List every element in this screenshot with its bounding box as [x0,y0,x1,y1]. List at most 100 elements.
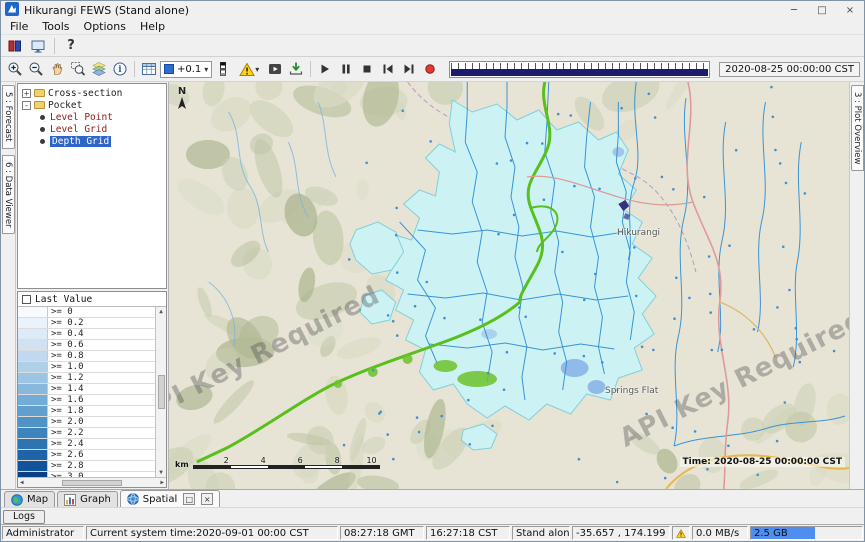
status-0-0-mb-s: 0.0 MB/s [692,526,748,540]
status-08-27-18-gmt: 08:27:18 GMT [340,526,424,540]
status-administrator: Administrator [2,526,84,540]
legend-row: >= 1.8 [18,406,155,417]
main-toolbar: ? [1,35,864,57]
side-tab-5-forecast[interactable]: 5 : Forecast [2,85,15,149]
grid-display-button[interactable] [139,60,159,79]
legend-header: Last Value [18,292,166,307]
warning-dropdown-button[interactable]: ▾ [234,60,264,79]
pause-button[interactable] [336,60,356,79]
tree-item-level-grid[interactable]: Level Grid [18,123,166,135]
scrollbar-thumb[interactable] [62,480,122,486]
menu-options[interactable]: Options [77,19,133,34]
logs-button[interactable]: Logs [3,510,45,524]
hand-icon [49,61,65,77]
close-button[interactable]: × [836,1,864,19]
folder-icon [34,101,45,109]
interval-value: +0.1 [177,64,201,75]
scale-tick-label: 4 [230,456,267,465]
maximize-button[interactable]: □ [808,1,836,19]
map-time-label: Time: 2020-08-25 00:00:00 CST [680,457,845,467]
toolbar-separator [54,38,55,54]
scroll-right-icon[interactable]: ▶ [160,479,164,486]
panel-maximize-button[interactable]: □ [183,493,195,505]
legend-swatch [18,329,48,339]
time-slider-bar[interactable] [451,69,708,76]
scale-segment [194,466,231,468]
info-button[interactable]: i [110,60,130,79]
record-icon [422,61,438,77]
pan-button[interactable] [47,60,67,79]
legend-swatch [18,450,48,460]
map-view[interactable]: N API Key Required API Key Required Hiku… [169,82,849,489]
stop-button[interactable] [357,60,377,79]
classbreaks-icon [215,61,231,77]
legend-row: >= 2.0 [18,417,155,428]
skip-to-end-button[interactable] [399,60,419,79]
tree-expander-icon[interactable]: - [22,101,31,110]
play-button[interactable] [315,60,335,79]
animation-button[interactable] [265,60,285,79]
minimize-button[interactable]: ─ [780,1,808,19]
legend-label: >= 2.6 [48,450,84,460]
layers-button[interactable] [89,60,109,79]
scroll-left-icon[interactable]: ◀ [20,479,24,486]
last-value-checkbox[interactable] [22,295,31,304]
import-data-button[interactable] [5,36,25,55]
zoom-out-button[interactable] [26,60,46,79]
time-slider[interactable] [449,61,710,78]
chevron-down-icon: ▾ [255,65,259,74]
tree-item-level-point[interactable]: Level Point [18,111,166,123]
tab-map-label: Map [27,494,48,505]
scrollbar-thumb[interactable] [158,375,165,409]
skip-to-start-button[interactable] [378,60,398,79]
tree-expander-icon[interactable]: + [22,89,31,98]
panel-close-button[interactable]: × [201,493,213,505]
zoom-in-button[interactable] [5,60,25,79]
scroll-up-icon[interactable]: ▲ [159,308,163,315]
zoom-rectangle-button[interactable] [68,60,88,79]
status-bar: AdministratorCurrent system time:2020-09… [1,524,864,541]
tab-map[interactable]: Map [4,491,55,507]
tree-label: Cross-section [48,88,122,99]
warning-icon [239,62,255,77]
scale-tick-label: 10 [341,456,378,465]
legend-row: >= 2.2 [18,428,155,439]
help-button[interactable]: ? [61,36,81,55]
scale-segment [305,466,342,468]
tree-item-pocket[interactable]: -Pocket [18,99,166,111]
info-icon: i [112,61,128,77]
legend-vertical-scrollbar[interactable]: ▲ ▼ [155,307,166,477]
tree-item-cross-section[interactable]: + Cross-section [18,87,166,99]
display-config-button[interactable] [28,36,48,55]
legend-row: >= 0 [18,307,155,318]
legend-swatch [18,307,48,317]
display-tab-bar: Map Graph Spatial □ × [1,489,864,507]
classbreaks-button[interactable] [213,60,233,79]
legend-swatch [18,340,48,350]
svg-text:i: i [118,65,122,75]
record-button[interactable] [420,60,440,79]
map-canvas[interactable] [169,82,849,489]
help-icon: ? [67,38,75,53]
scale-numbers: 246810 [193,456,380,465]
tab-spatial[interactable]: Spatial □ × [120,490,220,507]
legend-label: >= 1.8 [48,406,84,416]
map-scale-bar: km 246810 [175,456,380,469]
side-tab-6-data-viewer[interactable]: 6 : Data Viewer [2,155,15,235]
tree-item-depth-grid[interactable]: Depth Grid [18,135,166,147]
side-tab-3-plot-overview[interactable]: 3 : Plot Overview [851,85,864,171]
tab-graph[interactable]: Graph [57,491,118,507]
export-timeseries-button[interactable] [286,60,306,79]
legend-swatch [18,362,48,372]
menu-help[interactable]: Help [133,19,172,34]
interval-combo[interactable]: +0.1 ▾ [160,61,212,78]
legend-label: >= 0.8 [48,351,84,361]
data-tree: + Cross-section-PocketLevel PointLevel Gr… [17,83,167,289]
town-label: Hikurangi [617,228,660,238]
legend-row: >= 2.6 [18,450,155,461]
legend-row: >= 0.8 [18,351,155,362]
menu-tools[interactable]: Tools [35,19,76,34]
scroll-down-icon[interactable]: ▼ [159,469,163,476]
menu-file[interactable]: File [3,19,35,34]
legend-horizontal-scrollbar[interactable]: ◀ ▶ [18,477,166,487]
